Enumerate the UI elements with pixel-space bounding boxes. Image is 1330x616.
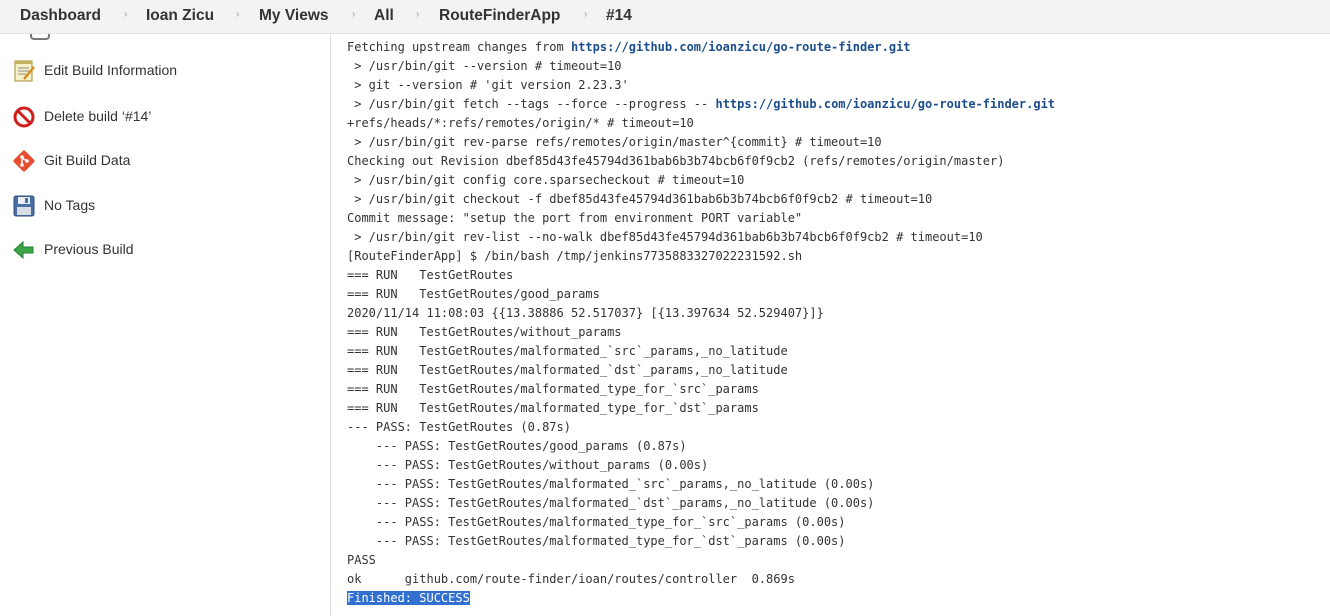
breadcrumb-job[interactable]: RouteFinderApp [439,7,560,25]
console-line: --- PASS: TestGetRoutes/without_params (… [347,456,1055,475]
console-line: === RUN TestGetRoutes [347,266,1055,285]
notepad-icon [12,59,36,83]
console-line: Checking out Revision dbef85d43fe45794d3… [347,152,1055,171]
console-output: Fetching upstream changes from https://g… [347,38,1055,608]
console-text: > git --version # 'git version 2.23.3' [347,78,629,92]
breadcrumb-user[interactable]: Ioan Zicu [146,7,214,25]
console-line: --- PASS: TestGetRoutes/malformated_type… [347,513,1055,532]
sidebar-item-label: No Tags [44,197,96,213]
console-line: 2020/11/14 11:08:03 {{13.38886 52.517037… [347,304,1055,323]
console-text: > /usr/bin/git --version # timeout=10 [347,59,622,73]
console-line: === RUN TestGetRoutes/malformated_`src`_… [347,342,1055,361]
console-line: Fetching upstream changes from https://g… [347,38,1055,57]
console-text: === RUN TestGetRoutes/malformated_`dst`_… [347,363,788,377]
left-arrow-icon [12,238,36,262]
console-line: > /usr/bin/git fetch --tags --force --pr… [347,95,1055,114]
breadcrumb-separator-icon[interactable]: › [352,9,355,20]
console-line: === RUN TestGetRoutes/good_params [347,285,1055,304]
console-text: === RUN TestGetRoutes [347,268,514,282]
console-text: 2020/11/14 11:08:03 {{13.38886 52.517037… [347,306,824,320]
console-text: --- PASS: TestGetRoutes (0.87s) [347,420,571,434]
console-text: > /usr/bin/git rev-parse refs/remotes/or… [347,135,882,149]
breadcrumb-separator-icon[interactable]: › [416,9,419,20]
console-line: > /usr/bin/git --version # timeout=10 [347,57,1055,76]
console-line: --- PASS: TestGetRoutes/good_params (0.8… [347,437,1055,456]
console-text: --- PASS: TestGetRoutes/malformated_type… [347,534,846,548]
breadcrumb-all[interactable]: All [374,7,394,25]
sidebar: Edit Build Information Delete build ‘#14… [0,34,331,616]
console-text: > /usr/bin/git rev-list --no-walk dbef85… [347,230,983,244]
no-entry-icon [12,105,36,129]
console-line: === RUN TestGetRoutes/malformated_`dst`_… [347,361,1055,380]
console-text: --- PASS: TestGetRoutes/malformated_type… [347,515,846,529]
sidebar-item-no-tags[interactable]: No Tags [12,194,312,218]
console-line: --- PASS: TestGetRoutes/malformated_type… [347,532,1055,551]
console-line: Finished: SUCCESS [347,589,1055,608]
console-text: > /usr/bin/git fetch --tags --force --pr… [347,97,716,111]
console-line: Commit message: "setup the port from env… [347,209,1055,228]
breadcrumb-build[interactable]: #14 [606,7,632,25]
console-icon [30,34,50,40]
sidebar-item-label: Previous Build [44,241,134,257]
console-line: > git --version # 'git version 2.23.3' [347,76,1055,95]
sidebar-item-label: Delete build ‘#14’ [44,108,152,124]
console-text: === RUN TestGetRoutes/good_params [347,287,600,301]
console-text: === RUN TestGetRoutes/malformated_`src`_… [347,344,788,358]
repository-link[interactable]: https://github.com/ioanzicu/go-route-fin… [715,97,1055,111]
breadcrumb-my-views[interactable]: My Views [259,7,329,25]
console-text: Checking out Revision dbef85d43fe45794d3… [347,154,1005,168]
console-text: ok github.com/route-finder/ioan/routes/c… [347,572,795,586]
console-text: +refs/heads/*:refs/remotes/origin/* # ti… [347,116,694,130]
console-text: --- PASS: TestGetRoutes/malformated_`dst… [347,496,875,510]
console-text: === RUN TestGetRoutes/malformated_type_f… [347,401,759,415]
sidebar-item-edit-build-information[interactable]: Edit Build Information [12,59,312,83]
breadcrumb-separator-icon[interactable]: › [584,9,587,20]
console-text: Commit message: "setup the port from env… [347,211,803,225]
console-line: --- PASS: TestGetRoutes (0.87s) [347,418,1055,437]
console-line: [RouteFinderApp] $ /bin/bash /tmp/jenkin… [347,247,1055,266]
finished-status: Finished: SUCCESS [347,591,470,605]
console-text: [RouteFinderApp] $ /bin/bash /tmp/jenkin… [347,249,803,263]
repository-link[interactable]: https://github.com/ioanzicu/go-route-fin… [571,40,911,54]
console-line: --- PASS: TestGetRoutes/malformated_`src… [347,475,1055,494]
git-icon [12,149,36,173]
sidebar-item-label: Git Build Data [44,152,131,168]
console-text: > /usr/bin/git config core.sparsecheckou… [347,173,745,187]
breadcrumb-dashboard[interactable]: Dashboard [20,7,101,25]
console-line: > /usr/bin/git rev-parse refs/remotes/or… [347,133,1055,152]
sidebar-item-label: Edit Build Information [44,62,178,78]
console-text: --- PASS: TestGetRoutes/malformated_`src… [347,477,875,491]
console-line: --- PASS: TestGetRoutes/malformated_`dst… [347,494,1055,513]
console-text: Fetching upstream changes from [347,40,571,54]
console-line: > /usr/bin/git config core.sparsecheckou… [347,171,1055,190]
sidebar-item-previous-build[interactable]: Previous Build [12,238,312,262]
sidebar-item-delete-build[interactable]: Delete build ‘#14’ [12,105,312,129]
console-line: PASS [347,551,1055,570]
console-line: === RUN TestGetRoutes/malformated_type_f… [347,399,1055,418]
console-text: PASS [347,553,376,567]
console-line: === RUN TestGetRoutes/malformated_type_f… [347,380,1055,399]
console-line: +refs/heads/*:refs/remotes/origin/* # ti… [347,114,1055,133]
breadcrumb: Dashboard › Ioan Zicu › My Views › All ›… [0,0,1330,34]
breadcrumb-separator-icon[interactable]: › [124,9,127,20]
console-text: === RUN TestGetRoutes/without_params [347,325,622,339]
breadcrumb-separator-icon[interactable]: › [236,9,239,20]
console-line: > /usr/bin/git checkout -f dbef85d43fe45… [347,190,1055,209]
console-text: === RUN TestGetRoutes/malformated_type_f… [347,382,759,396]
sidebar-item-git-build-data[interactable]: Git Build Data [12,149,312,173]
console-line: > /usr/bin/git rev-list --no-walk dbef85… [347,228,1055,247]
console-line: ok github.com/route-finder/ioan/routes/c… [347,570,1055,589]
console-text: --- PASS: TestGetRoutes/without_params (… [347,458,709,472]
console-line: === RUN TestGetRoutes/without_params [347,323,1055,342]
console-text: --- PASS: TestGetRoutes/good_params (0.8… [347,439,687,453]
floppy-disk-icon [12,194,36,218]
console-text: > /usr/bin/git checkout -f dbef85d43fe45… [347,192,933,206]
